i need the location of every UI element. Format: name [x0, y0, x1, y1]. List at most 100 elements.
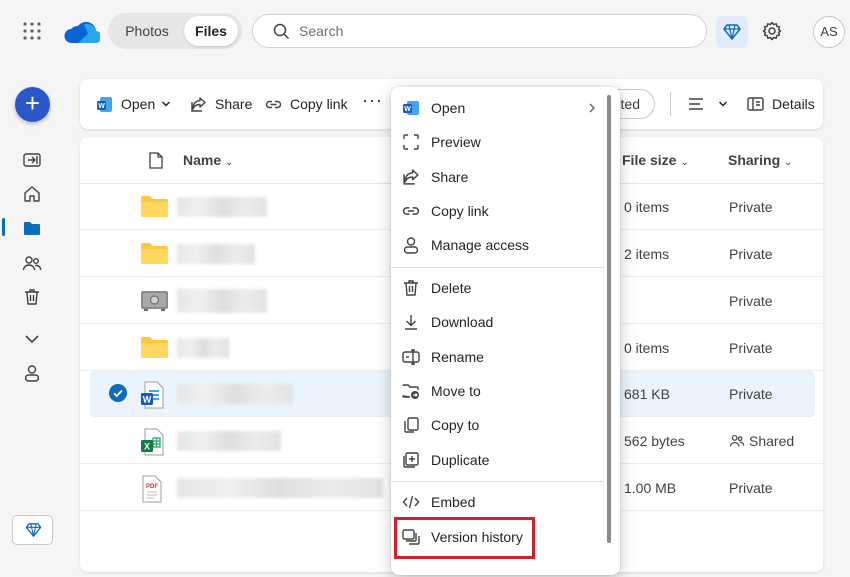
menu-item-manage-access[interactable]: Manage access: [397, 229, 605, 261]
tab-photos[interactable]: Photos: [112, 16, 182, 46]
word-icon: W: [403, 101, 419, 115]
chevron-down-icon: [162, 101, 171, 107]
person-icon: [403, 237, 419, 254]
diamond-icon: [723, 24, 741, 40]
folder-icon: [140, 335, 169, 359]
menu-item-preview[interactable]: Preview: [397, 126, 605, 158]
trash-icon: [404, 280, 418, 296]
tab-files[interactable]: Files: [184, 16, 238, 46]
sharing-status: Private: [729, 386, 773, 402]
recycle-bin-trash-icon[interactable]: [22, 287, 42, 307]
sharing-status: Private: [729, 480, 773, 496]
details-pane-icon: [747, 97, 764, 111]
avatar[interactable]: AS: [813, 16, 845, 48]
shared-people-icon[interactable]: [22, 253, 42, 273]
sharing-status: Private: [729, 199, 773, 215]
file-size: 562 bytes: [624, 433, 685, 449]
menu-item-duplicate[interactable]: Duplicate: [397, 444, 605, 476]
menu-item-copy-link[interactable]: Copy link: [397, 195, 605, 227]
list-view-icon: [689, 98, 703, 110]
file-size: 2 items: [624, 246, 670, 262]
selected-checkmark-icon[interactable]: [109, 384, 127, 402]
copy-icon: [404, 417, 419, 433]
details-label: Details: [772, 96, 815, 112]
copy-link-label: Copy link: [290, 96, 348, 112]
file-size: 681 KB: [624, 386, 670, 402]
premium-diamond-button[interactable]: [12, 515, 53, 545]
svg-text:PDF: PDF: [146, 484, 158, 490]
menu-divider: [391, 267, 604, 268]
app-launcher-icon[interactable]: [22, 21, 42, 41]
folder-icon: [140, 241, 169, 265]
menu-item-delete[interactable]: Delete: [397, 272, 605, 304]
file-size: 1.00 MB: [624, 480, 677, 496]
settings-gear-icon[interactable]: [762, 21, 782, 41]
pdf-document-icon: PDF: [140, 475, 164, 503]
share-icon: [403, 169, 419, 185]
sharing-status: Shared: [729, 433, 794, 449]
rename-icon: [402, 349, 420, 365]
preview-icon: [403, 134, 419, 150]
blurred-file-name: [177, 431, 281, 451]
duplicate-icon: [403, 452, 419, 468]
blurred-file-name: [177, 289, 267, 313]
column-header-file-size[interactable]: File size ⌄: [622, 152, 689, 168]
copy-link-button[interactable]: Copy link: [265, 79, 348, 129]
top-bar: Photos Files AS: [0, 0, 850, 64]
blurred-file-name: [177, 384, 293, 404]
blurred-file-name: [177, 338, 229, 358]
create-new-button[interactable]: +: [15, 87, 50, 122]
file-size: 0 items: [624, 340, 670, 356]
menu-item-download[interactable]: Download: [397, 306, 605, 338]
embed-code-icon: [402, 495, 420, 509]
sharing-status: Private: [729, 293, 773, 309]
shared-people-icon: [729, 434, 745, 447]
view-switcher: Photos Files: [108, 13, 242, 49]
home-icon[interactable]: [22, 184, 42, 204]
menu-item-rename[interactable]: Rename: [397, 341, 605, 373]
svg-text:X: X: [144, 442, 150, 452]
shortcut-icon[interactable]: [22, 150, 42, 170]
person-icon[interactable]: [22, 363, 42, 383]
context-menu: W Open Preview Share Copy link Manage ac…: [391, 87, 620, 575]
excel-spreadsheet-icon: X: [140, 428, 164, 456]
my-files-folder-icon[interactable]: [22, 218, 42, 238]
onedrive-logo-icon[interactable]: [64, 18, 100, 44]
link-icon: [265, 100, 282, 108]
view-options-button[interactable]: [688, 79, 728, 129]
menu-item-open[interactable]: W Open: [397, 92, 605, 124]
word-icon: W: [97, 96, 112, 112]
toolbar-divider: [670, 92, 671, 116]
diamond-icon: [25, 523, 42, 537]
blurred-file-name: [177, 197, 267, 217]
annotation-highlight-box: [394, 517, 535, 559]
column-header-sharing[interactable]: Sharing ⌄: [728, 152, 792, 168]
menu-item-embed[interactable]: Embed: [397, 486, 605, 518]
active-indicator: [2, 218, 5, 236]
file-type-header-icon[interactable]: [149, 152, 163, 169]
menu-item-copy-to[interactable]: Copy to: [397, 409, 605, 441]
chevron-down-icon[interactable]: [22, 329, 42, 349]
sharing-status: Private: [729, 246, 773, 262]
word-document-icon: W: [140, 381, 164, 409]
sharing-status: Private: [729, 340, 773, 356]
menu-scrollbar[interactable]: [607, 95, 611, 543]
svg-text:W: W: [404, 106, 411, 113]
premium-button[interactable]: [716, 16, 748, 48]
share-button[interactable]: Share: [190, 79, 252, 129]
personal-vault-icon: [140, 288, 169, 312]
search-box[interactable]: [252, 14, 707, 48]
share-icon: [191, 96, 206, 112]
search-input[interactable]: [299, 21, 679, 41]
menu-item-move-to[interactable]: Move to: [397, 375, 605, 407]
chevron-down-icon: [718, 101, 728, 107]
column-header-name[interactable]: Name ⌄: [183, 152, 233, 168]
svg-text:W: W: [143, 395, 152, 405]
link-icon: [402, 207, 420, 215]
details-button[interactable]: Details: [747, 79, 815, 129]
more-options-button[interactable]: ···: [362, 75, 383, 125]
menu-item-share[interactable]: Share: [397, 161, 605, 193]
open-button[interactable]: W Open: [96, 79, 171, 129]
chevron-right-icon: [589, 103, 595, 113]
blurred-file-name: [177, 244, 255, 264]
